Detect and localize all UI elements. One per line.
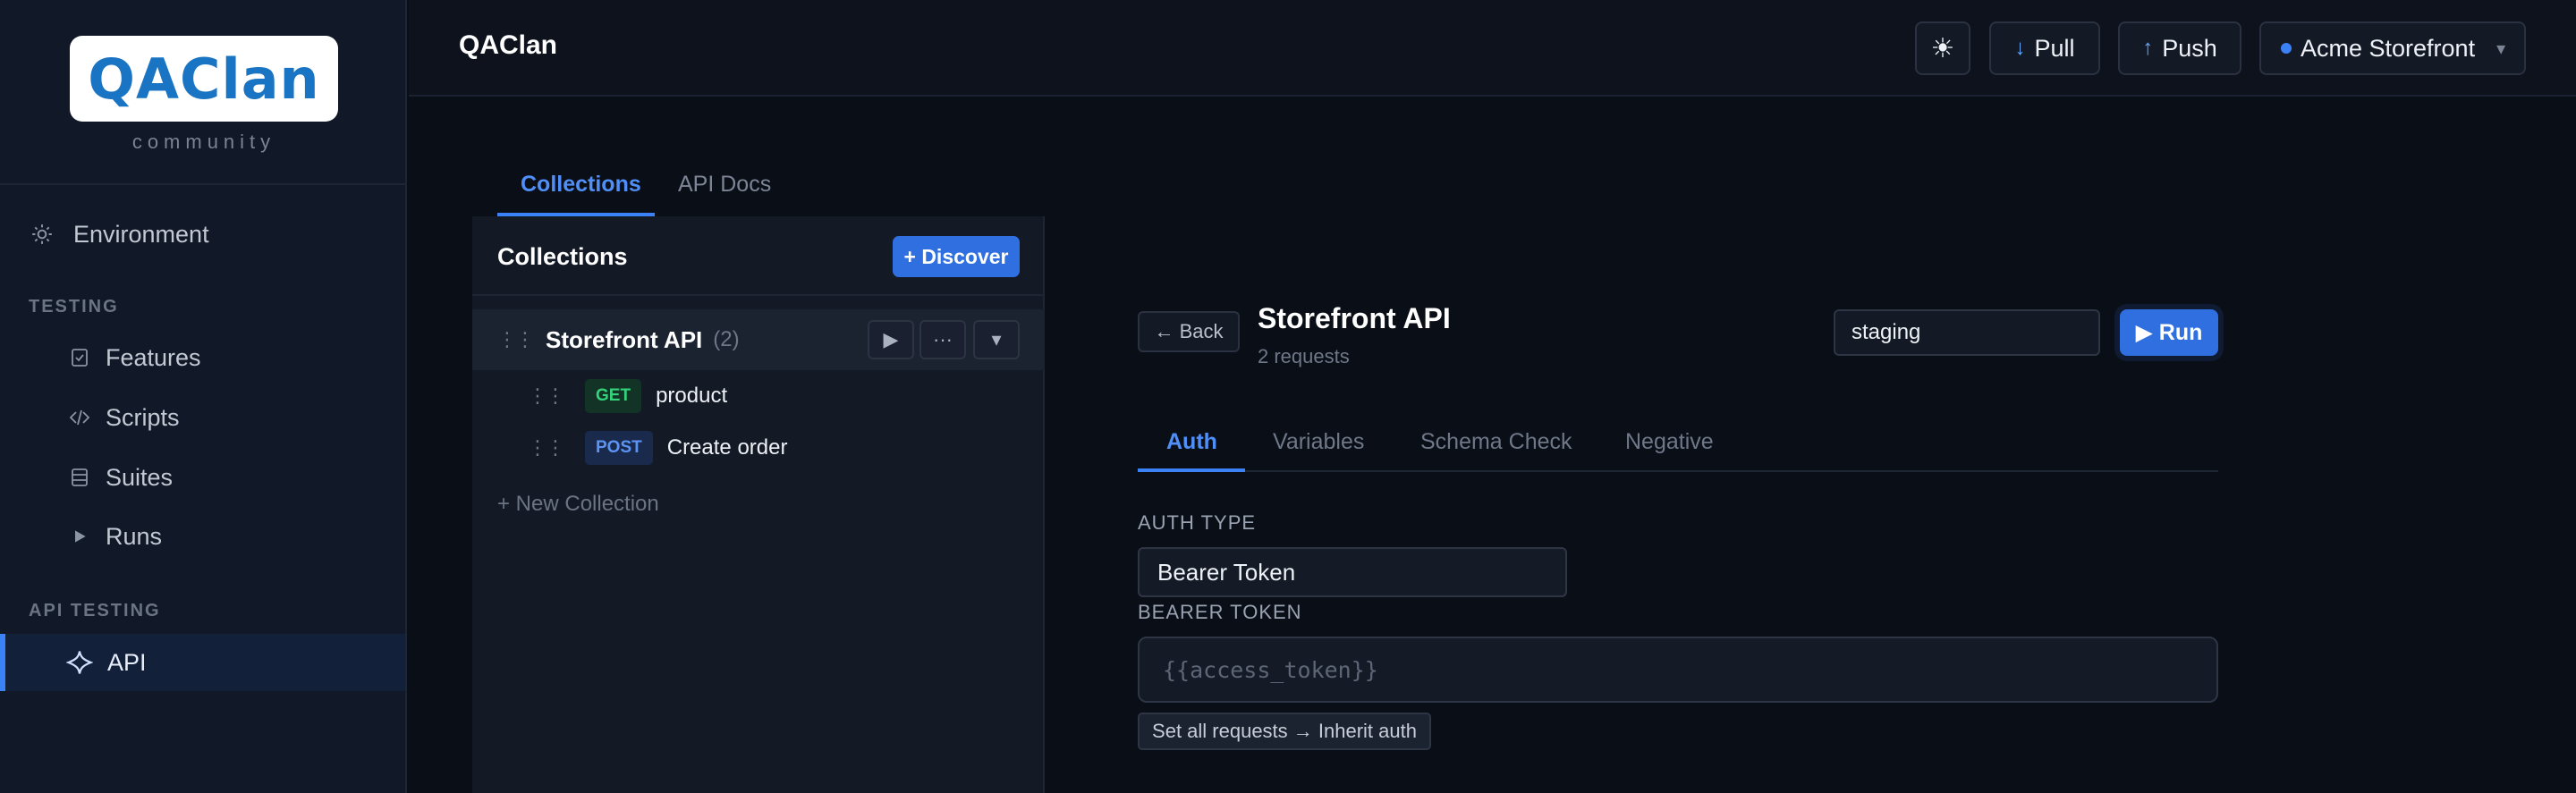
collection-name: Storefront API	[546, 325, 703, 353]
collections-panel: Collections + Discover ⋮⋮ Storefront API…	[472, 216, 1045, 793]
sun-icon: ☀	[1930, 33, 1955, 63]
sidebar-item-label: Features	[106, 343, 201, 371]
collections-header: Collections	[497, 243, 628, 270]
divider	[472, 294, 1045, 296]
tab-variables[interactable]: Variables	[1273, 429, 1364, 455]
environment-input[interactable]: staging	[1834, 309, 2100, 356]
request-row[interactable]: ⋮⋮ POST Create order	[522, 426, 787, 470]
section-label-api-testing: API TESTING	[29, 601, 161, 620]
bearer-token-input[interactable]: {{access_token}}	[1138, 637, 2218, 703]
request-row[interactable]: ⋮⋮ GET product	[522, 374, 727, 418]
logo-subtitle: community	[131, 131, 276, 153]
expand-button[interactable]: ▾	[973, 320, 1020, 359]
sidebar-item-label: Runs	[106, 522, 163, 550]
sidebar-item-label: API	[107, 648, 147, 676]
sidebar: QAClan community Environment TESTING Fea…	[0, 0, 407, 793]
method-badge-get: GET	[585, 379, 642, 413]
section-label-testing: TESTING	[29, 297, 119, 316]
tab-api-docs[interactable]: API Docs	[678, 172, 771, 198]
arrow-up-icon: ↑	[2142, 36, 2154, 60]
sparkle-icon	[66, 649, 93, 676]
top-bar: QAClan ☀ ↓ Pull ↑ Push Acme Storefront ▾	[409, 0, 2576, 97]
drag-handle-icon[interactable]: ⋮⋮	[528, 436, 565, 460]
chevron-down-icon: ▾	[2496, 38, 2506, 59]
sidebar-item-suites[interactable]: Suites	[0, 449, 405, 506]
features-icon	[66, 344, 93, 371]
run-collection-button[interactable]: ▶	[868, 320, 914, 359]
discover-button[interactable]: + Discover	[893, 236, 1020, 277]
sidebar-divider	[0, 183, 407, 185]
sidebar-item-label: Scripts	[106, 403, 180, 431]
tab-auth[interactable]: Auth	[1166, 429, 1217, 455]
run-button[interactable]: ▶ Run	[2120, 309, 2218, 356]
collection-row[interactable]: ⋮⋮ Storefront API (2) ▶ ··· ▾	[472, 309, 1045, 370]
method-badge-post: POST	[585, 431, 653, 465]
sidebar-item-features[interactable]: Features	[0, 329, 405, 386]
tabs-divider	[1138, 470, 2218, 472]
sidebar-item-runs[interactable]: Runs	[0, 508, 405, 565]
sidebar-item-api[interactable]: API	[0, 634, 405, 691]
workspace-selector[interactable]: Acme Storefront ▾	[2259, 21, 2526, 75]
auth-type-select[interactable]: Bearer Token	[1138, 547, 1567, 597]
sidebar-item-label: Environment	[73, 220, 209, 248]
auth-type-label: AUTH TYPE	[1138, 511, 1257, 534]
tab-negative[interactable]: Negative	[1625, 429, 1714, 455]
suites-icon	[66, 464, 93, 491]
logo[interactable]: QAClan	[70, 36, 338, 122]
push-label: Push	[2162, 34, 2217, 62]
sun-icon	[29, 221, 55, 248]
bearer-token-label: BEARER TOKEN	[1138, 601, 1302, 623]
new-collection-link[interactable]: + New Collection	[497, 492, 659, 517]
request-name: product	[656, 384, 728, 408]
active-tab-indicator	[1138, 468, 1245, 472]
tab-schema-check[interactable]: Schema Check	[1420, 429, 1572, 455]
pull-button[interactable]: ↓ Pull	[1989, 21, 2100, 75]
set-all-inherit-auth-button[interactable]: Set all requests → Inherit auth	[1138, 713, 1431, 750]
collection-count: (2)	[713, 327, 740, 351]
workspace-name: Acme Storefront	[2301, 34, 2476, 62]
app-title: QAClan	[459, 30, 558, 60]
sidebar-item-scripts[interactable]: Scripts	[0, 389, 405, 446]
sidebar-item-environment[interactable]: Environment	[0, 206, 405, 263]
drag-handle-icon[interactable]: ⋮⋮	[497, 328, 535, 351]
theme-toggle-button[interactable]: ☀	[1915, 21, 1970, 75]
status-dot-icon	[2281, 43, 2292, 54]
more-options-button[interactable]: ···	[919, 320, 966, 359]
code-icon	[66, 404, 93, 431]
pull-label: Pull	[2034, 34, 2075, 62]
push-button[interactable]: ↑ Push	[2118, 21, 2241, 75]
collection-title: Storefront API	[1258, 302, 1451, 334]
sidebar-item-label: Suites	[106, 463, 174, 491]
tab-collections[interactable]: Collections	[521, 172, 641, 198]
request-count: 2 requests	[1258, 345, 1350, 367]
logo-text: QAClan	[88, 46, 320, 112]
back-button[interactable]: ← Back	[1138, 311, 1240, 352]
drag-handle-icon[interactable]: ⋮⋮	[528, 384, 565, 408]
play-icon	[66, 523, 93, 550]
arrow-down-icon: ↓	[2014, 36, 2026, 60]
request-name: Create order	[666, 435, 788, 460]
